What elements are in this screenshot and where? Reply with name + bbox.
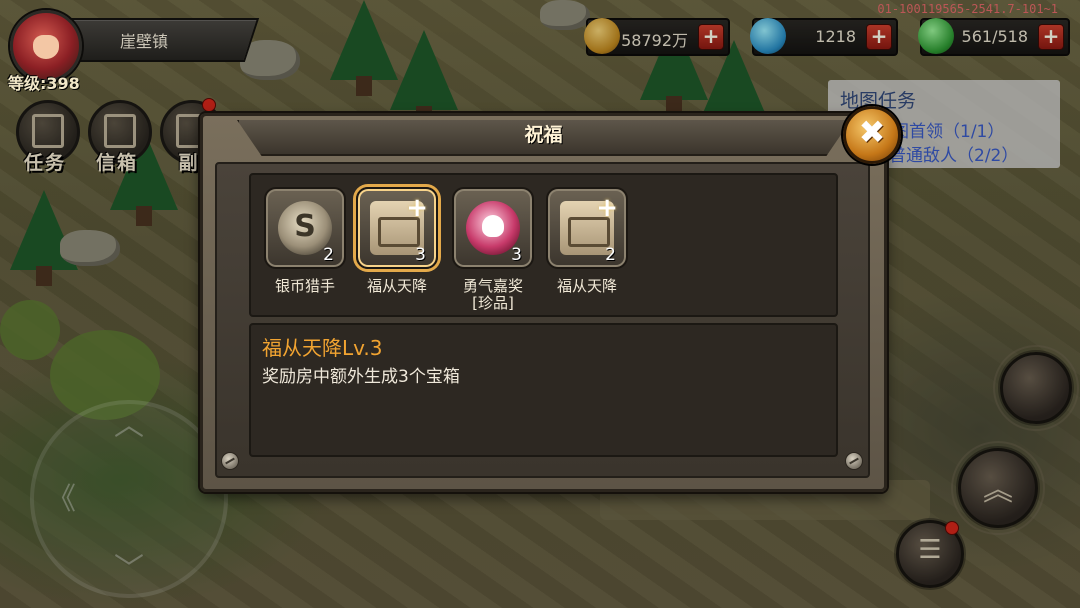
avatar-face	[33, 35, 59, 59]
blessing-count: 3	[415, 245, 426, 265]
screw-icon	[845, 452, 863, 470]
blessing-slot-coin-hunter[interactable]: 2 银币猎手	[264, 187, 346, 327]
blessing-slot-fortune-1[interactable]: 3 福从天降	[356, 187, 438, 327]
blessing-slot-fortune-2[interactable]: 2 福从天降	[546, 187, 628, 327]
close-button[interactable]: ✖	[843, 106, 901, 164]
blessing-detail-title: 福从天降Lv.3	[262, 336, 383, 360]
slot-frame: 2	[264, 187, 346, 269]
screw-icon	[221, 452, 239, 470]
blessing-count: 2	[323, 245, 334, 265]
blessing-slot-brave-reward[interactable]: 3 勇气嘉奖 [珍品]	[452, 187, 534, 327]
blessing-name: 福从天降	[556, 277, 617, 295]
blessing-name: 银币猎手	[274, 277, 335, 295]
dialog-title: 祝福	[524, 124, 563, 146]
slot-frame-selected: 3	[356, 187, 438, 269]
blessing-detail-description: 奖励房中额外生成3个宝箱	[262, 367, 460, 387]
location-name: 崖壁镇	[120, 32, 169, 51]
blessing-count: 2	[605, 245, 616, 265]
close-icon: ✖	[858, 113, 886, 151]
blessing-count: 3	[511, 245, 522, 265]
slot-frame: 2	[546, 187, 628, 269]
player-level: 等级:398	[8, 74, 80, 93]
blessing-rarity: [珍品]	[472, 294, 514, 312]
blessing-name: 勇气嘉奖	[462, 277, 523, 295]
slot-frame: 3	[452, 187, 534, 269]
blessing-name: 福从天降	[366, 277, 427, 295]
